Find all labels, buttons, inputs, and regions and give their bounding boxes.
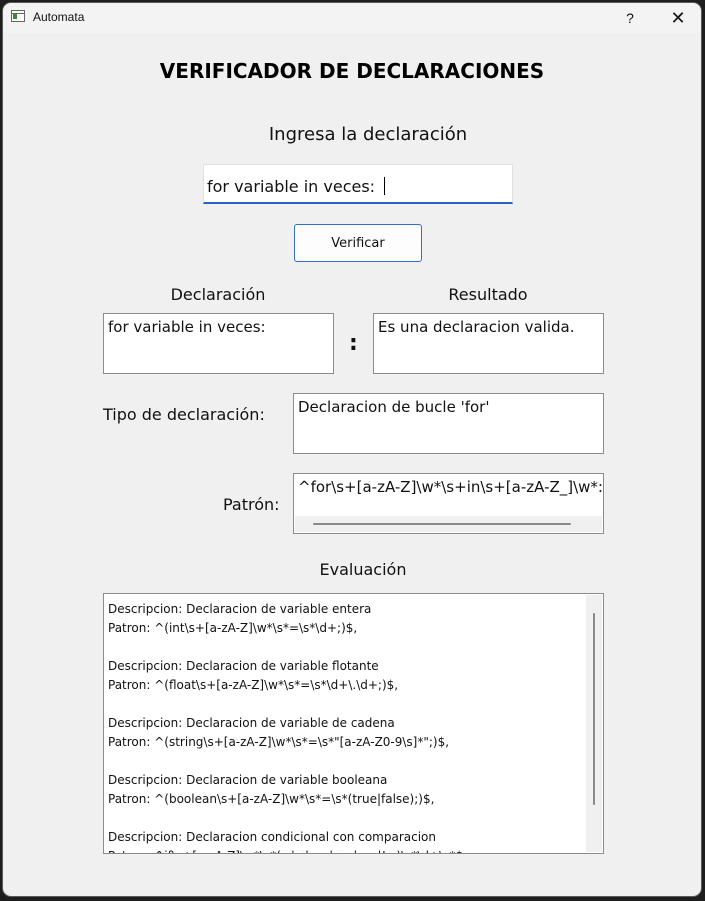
verify-button[interactable]: Verificar [294, 224, 422, 262]
pattern-label: Patrón: [223, 495, 280, 514]
declaration-input-value: for variable in veces: [207, 177, 381, 196]
result-output: Es una declaracion valida. [373, 313, 604, 374]
declaration-label: Declaración [170, 285, 266, 304]
close-button[interactable]: ✕ [655, 3, 701, 33]
close-icon: ✕ [670, 7, 686, 28]
vertical-scroll-thumb[interactable] [593, 613, 595, 805]
pattern-output: ^for\s+[a-zA-Z]\w*\s+in\s+[a-zA-Z_]\w*:\… [293, 473, 604, 534]
declaration-input[interactable]: for variable in veces: [203, 164, 513, 204]
result-label: Resultado [448, 285, 528, 304]
type-output: Declaracion de bucle 'for' [293, 393, 604, 454]
window-title: Automata [33, 10, 85, 24]
type-label: Tipo de declaración: [103, 405, 265, 424]
horizontal-scroll-thumb[interactable] [313, 523, 571, 525]
text-caret [384, 177, 386, 195]
app-icon [11, 10, 25, 22]
evaluation-label: Evaluación [319, 560, 407, 579]
vertical-scrollbar[interactable] [586, 595, 602, 852]
pattern-text: ^for\s+[a-zA-Z]\w*\s+in\s+[a-zA-Z_]\w*:\… [298, 478, 604, 496]
input-prompt-label: Ingresa la declaración [268, 124, 468, 145]
help-button[interactable]: ? [607, 3, 653, 33]
evaluation-output[interactable]: Descripcion: Declaracion de variable ent… [103, 593, 604, 854]
page-title: VERIFICADOR DE DECLARACIONES [159, 59, 545, 83]
title-bar: Automata ? ✕ [3, 3, 701, 33]
evaluation-text: Descripcion: Declaracion de variable ent… [108, 602, 463, 853]
declaration-output: for variable in veces: [103, 313, 334, 374]
separator-colon: : [349, 331, 358, 356]
app-window: Automata ? ✕ VERIFICADOR DE DECLARACIONE… [3, 3, 701, 896]
horizontal-scrollbar[interactable] [295, 516, 602, 532]
